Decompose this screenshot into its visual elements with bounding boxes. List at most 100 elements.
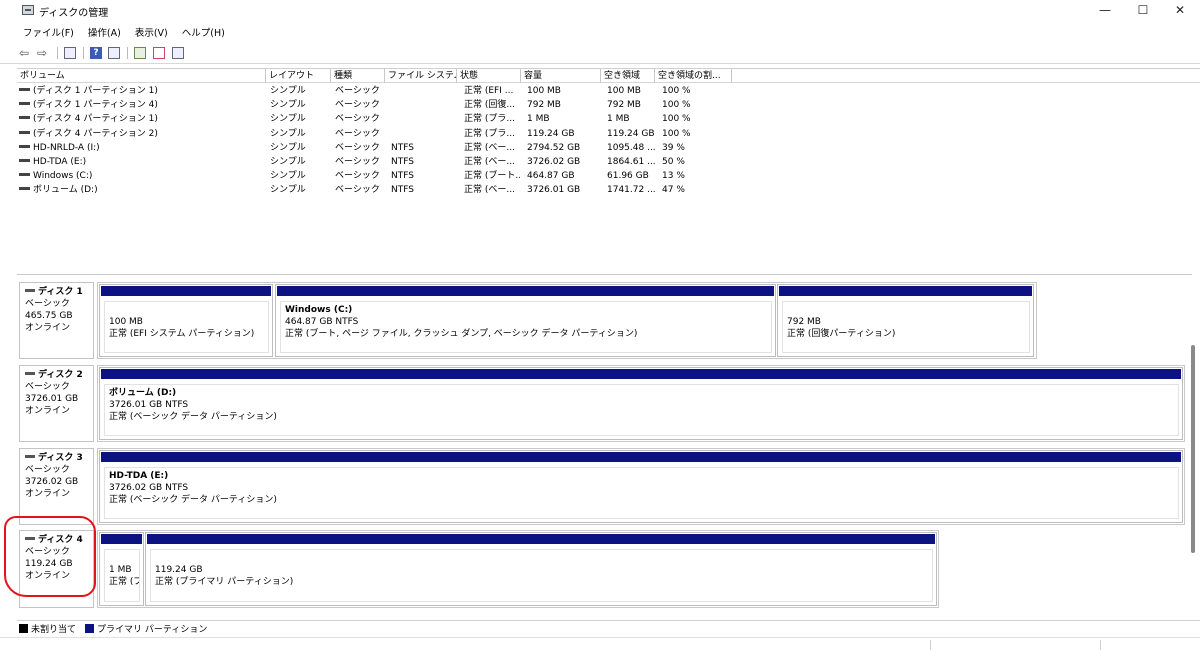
- partition-hd-tda-e[interactable]: HD-TDA (E:) 3726.02 GB NTFS 正常 (ベーシック デー…: [99, 450, 1183, 523]
- column-filesystem[interactable]: ファイル システム: [385, 69, 457, 83]
- cell-free-space-text: 1864.61 ...: [607, 157, 655, 167]
- cell-free-percent-text: 50 %: [662, 157, 685, 167]
- table-row[interactable]: (ディスク 1 パーティション 4) シンプル ベーシック 正常 (回復... 792 …: [17, 98, 1200, 112]
- cell-volume-text: (ディスク 1 パーティション 4): [33, 100, 158, 111]
- disk-2-info[interactable]: ディスク 2 ベーシック 3726.01 GB オンライン: [19, 365, 94, 442]
- cell-status: 正常 (EFI ...: [464, 84, 520, 98]
- cell-type: ベーシック: [335, 141, 385, 155]
- cell-type-text: ベーシック: [335, 114, 380, 125]
- cell-volume: HD-NRLD-A (I:): [19, 141, 264, 155]
- cell-free-space: 1741.72 ...: [607, 183, 655, 197]
- cell-free-space-text: 100 MB: [607, 86, 641, 96]
- menu-file[interactable]: ファイル(F): [23, 25, 74, 39]
- rescan-icon[interactable]: [134, 47, 146, 59]
- cell-layout: シンプル: [270, 169, 330, 183]
- cell-free-space: 100 MB: [607, 84, 655, 98]
- cell-layout: シンプル: [270, 155, 330, 169]
- cell-volume-text: Windows (C:): [33, 171, 93, 182]
- cell-filesystem-text: NTFS: [391, 157, 414, 167]
- disk-1-size: 465.75 GB: [25, 311, 73, 321]
- toolbar: ⇦ ⇨ ?: [0, 42, 1200, 64]
- vertical-scrollbar-thumb[interactable]: [1191, 345, 1195, 553]
- cell-type-text: ベーシック: [335, 86, 380, 96]
- menu-action[interactable]: 操作(A): [88, 25, 121, 39]
- partition-details: 100 MB 正常 (EFI システム パーティション): [104, 301, 269, 353]
- partition-name: [155, 552, 928, 564]
- column-free-percent[interactable]: 空き領域の割...: [655, 69, 732, 83]
- disk-management-app-icon: [22, 5, 34, 15]
- partition-recovery[interactable]: 792 MB 正常 (回復パーティション): [777, 284, 1034, 357]
- cell-free-space-text: 1 MB: [607, 114, 630, 125]
- menu-help[interactable]: ヘルプ(H): [182, 25, 225, 39]
- cell-volume-text: (ディスク 4 パーティション 2): [33, 128, 158, 139]
- column-type[interactable]: 種類: [331, 69, 385, 83]
- cell-filesystem-text: NTFS: [391, 142, 414, 153]
- cell-type-text: ベーシック: [335, 185, 380, 196]
- help-icon[interactable]: ?: [90, 47, 102, 59]
- partition-size: 119.24 GB: [155, 565, 203, 575]
- partition-disk4-primary[interactable]: 119.24 GB 正常 (プライマリ パーティション): [145, 532, 937, 606]
- partition-details: HD-TDA (E:) 3726.02 GB NTFS 正常 (ベーシック デー…: [104, 467, 1179, 519]
- table-row[interactable]: (ディスク 4 パーティション 1) シンプル ベーシック 正常 (プラ... 1 MB…: [17, 112, 1200, 126]
- partition-windows-c[interactable]: Windows (C:) 464.87 GB NTFS 正常 (ブート, ページ…: [275, 284, 776, 357]
- cell-status-text: 正常 (プラ...: [464, 114, 515, 125]
- close-button[interactable]: ✕: [1160, 0, 1200, 21]
- column-free-space[interactable]: 空き領域: [601, 69, 655, 83]
- cell-layout-text: シンプル: [270, 142, 306, 153]
- menu-view[interactable]: 表示(V): [135, 25, 168, 39]
- cell-capacity-text: 464.87 GB: [527, 171, 575, 182]
- table-row[interactable]: HD-NRLD-A (I:) シンプル ベーシック NTFS 正常 (ベー... 2794…: [17, 141, 1200, 155]
- disk-3-info[interactable]: ディスク 3 ベーシック 3726.02 GB オンライン: [19, 448, 94, 525]
- properties-icon[interactable]: [64, 47, 76, 59]
- table-row[interactable]: (ディスク 4 パーティション 2) シンプル ベーシック 正常 (プラ... 119.…: [17, 127, 1200, 141]
- cell-filesystem: NTFS: [391, 155, 455, 169]
- cell-status-text: 正常 (ブート...: [464, 171, 520, 182]
- cell-free-space-text: 1741.72 ...: [607, 185, 655, 196]
- list-icon[interactable]: [172, 47, 184, 59]
- cell-free-percent: 100 %: [662, 112, 722, 126]
- partition-status: 正常 (ベーシック データ パーティション): [109, 412, 277, 422]
- back-arrow-icon[interactable]: ⇦: [19, 46, 29, 60]
- cell-volume: (ディスク 1 パーティション 1): [19, 84, 264, 98]
- column-layout[interactable]: レイアウト: [266, 69, 331, 83]
- cell-status: 正常 (ベー...: [464, 155, 520, 169]
- partition-status: 正常 (ブート, ページ ファイル, クラッシュ ダンプ, ベーシック データ …: [285, 329, 638, 339]
- cell-volume: HD-TDA (E:): [19, 155, 264, 169]
- cell-capacity: 792 MB: [527, 98, 599, 112]
- cell-layout: シンプル: [270, 84, 330, 98]
- partition-status: 正常 (EFI システム パーティション): [109, 329, 255, 339]
- cell-free-percent: 47 %: [662, 183, 722, 197]
- column-status[interactable]: 状態: [457, 69, 521, 83]
- column-capacity[interactable]: 容量: [521, 69, 601, 83]
- partition-size: 100 MB: [109, 317, 143, 327]
- legend-primary-label: プライマリ パーティション: [97, 625, 208, 635]
- cell-layout-text: シンプル: [270, 100, 306, 111]
- table-row[interactable]: ボリューム (D:) シンプル ベーシック NTFS 正常 (ベー... 3726.01 …: [17, 183, 1200, 197]
- maximize-button[interactable]: ☐: [1123, 0, 1163, 21]
- disk-1-info[interactable]: ディスク 1 ベーシック 465.75 GB オンライン: [19, 282, 94, 359]
- cell-capacity-text: 3726.02 GB: [527, 157, 581, 167]
- status-separator: [930, 640, 931, 650]
- forward-arrow-icon[interactable]: ⇨: [37, 46, 47, 60]
- partition-efi[interactable]: 100 MB 正常 (EFI システム パーティション): [99, 284, 273, 357]
- cell-type: ベーシック: [335, 127, 385, 141]
- check-icon[interactable]: [153, 47, 165, 59]
- cell-capacity-text: 100 MB: [527, 86, 561, 96]
- partition-name: [109, 552, 135, 564]
- cell-free-space: 1864.61 ...: [607, 155, 655, 169]
- cell-volume-text: (ディスク 4 パーティション 1): [33, 114, 158, 125]
- disk-3-type: ベーシック: [25, 465, 70, 475]
- view-icon[interactable]: [108, 47, 120, 59]
- cell-free-percent-text: 13 %: [662, 171, 685, 182]
- column-volume[interactable]: ボリューム: [17, 69, 266, 83]
- partition-details: ボリューム (D:) 3726.01 GB NTFS 正常 (ベーシック データ…: [104, 384, 1179, 436]
- cell-volume: Windows (C:): [19, 169, 264, 183]
- partition-disk4-1mb[interactable]: 1 MB 正常 (プ: [99, 532, 144, 606]
- table-row[interactable]: HD-TDA (E:) シンプル ベーシック NTFS 正常 (ベー... 3726.02…: [17, 155, 1200, 169]
- cell-type: ベーシック: [335, 155, 385, 169]
- table-row[interactable]: Windows (C:) シンプル ベーシック NTFS 正常 (ブート... 464.8…: [17, 169, 1200, 183]
- minimize-button[interactable]: —: [1085, 0, 1125, 21]
- partition-volume-d[interactable]: ボリューム (D:) 3726.01 GB NTFS 正常 (ベーシック データ…: [99, 367, 1183, 440]
- table-row[interactable]: (ディスク 1 パーティション 1) シンプル ベーシック 正常 (EFI ... 10…: [17, 84, 1200, 98]
- cell-volume: (ディスク 4 パーティション 2): [19, 127, 264, 141]
